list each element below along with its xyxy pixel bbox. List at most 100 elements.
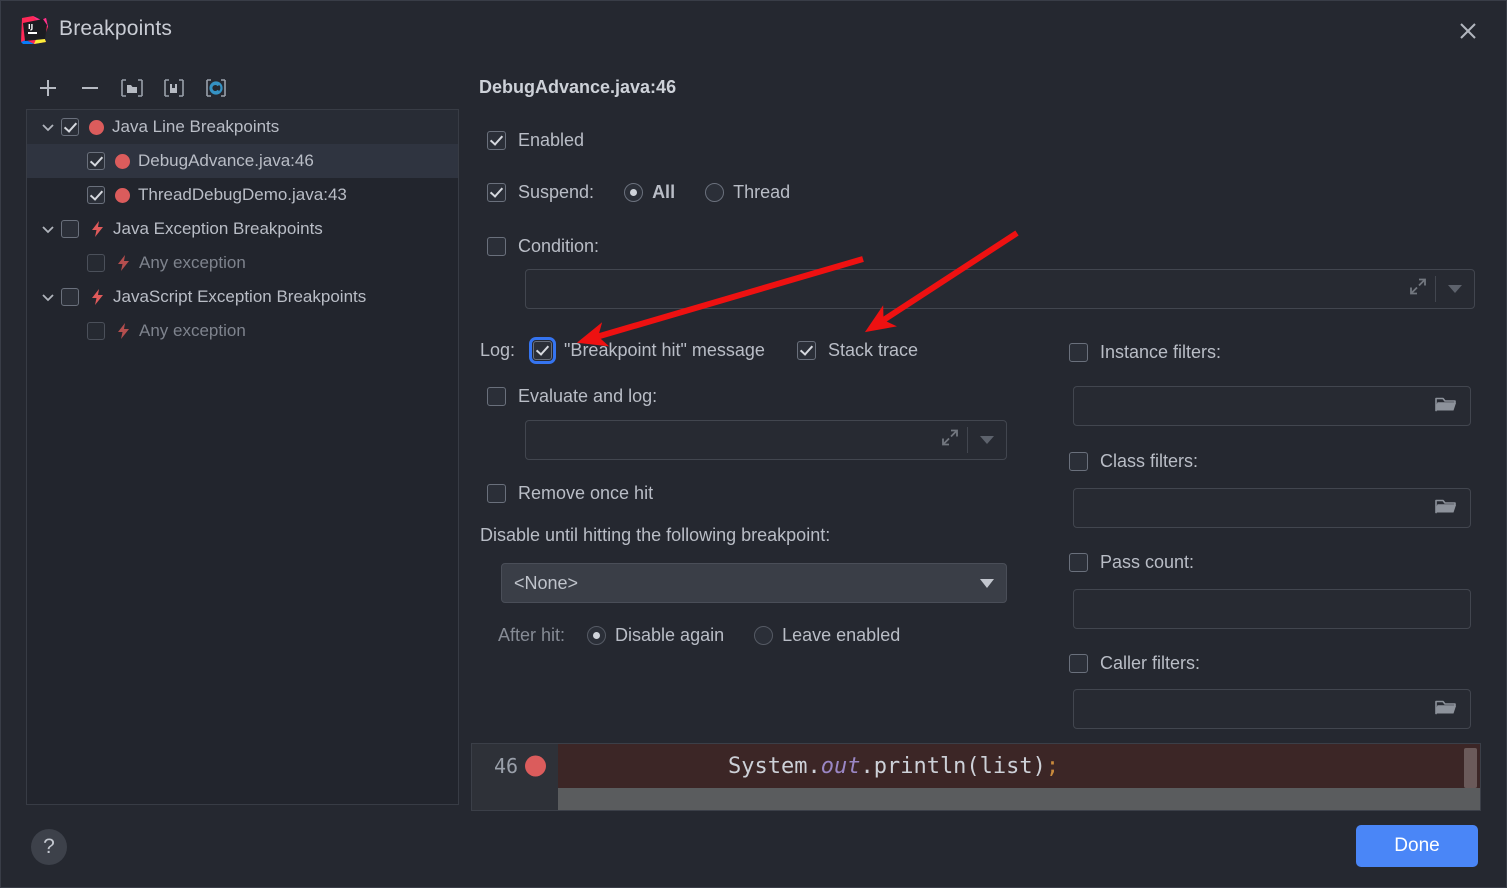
breakpoint-dot-icon[interactable] bbox=[525, 755, 546, 777]
tree-row[interactable]: Any exception bbox=[27, 314, 458, 348]
tree-row-label: Java Line Breakpoints bbox=[112, 117, 280, 136]
filter-input[interactable] bbox=[1073, 589, 1471, 629]
tree-row-label: Any exception bbox=[139, 253, 246, 272]
remove-once-hit-checkbox[interactable] bbox=[487, 484, 506, 503]
suspend-checkbox[interactable] bbox=[487, 183, 506, 202]
question-mark-icon: ? bbox=[43, 835, 55, 858]
expand-editor-icon[interactable] bbox=[940, 428, 960, 453]
breakpoint-tree-toolbar bbox=[27, 69, 237, 107]
tree-row[interactable]: ThreadDebugDemo.java:43 bbox=[27, 178, 458, 212]
evaluate-and-log-input[interactable] bbox=[525, 420, 1007, 460]
enabled-row: Enabled bbox=[487, 130, 584, 151]
tree-row-label: DebugAdvance.java:46 bbox=[138, 151, 314, 170]
filter-input[interactable] bbox=[1073, 386, 1471, 426]
code-scrollbar[interactable] bbox=[1464, 748, 1477, 788]
exception-bolt-icon bbox=[89, 288, 106, 306]
code-text-next bbox=[558, 788, 1480, 810]
group-by-class-icon[interactable] bbox=[195, 70, 237, 106]
tree-row[interactable]: Java Exception Breakpoints bbox=[27, 212, 458, 246]
tree-row-label: ThreadDebugDemo.java:43 bbox=[138, 185, 347, 204]
after-hit-disable-again-radio[interactable] bbox=[587, 626, 607, 645]
tree-row[interactable]: Java Line Breakpoints bbox=[27, 110, 458, 144]
tree-row-checkbox[interactable] bbox=[61, 118, 79, 136]
after-hit-leave-enabled-radio[interactable] bbox=[754, 626, 774, 645]
code-token-system: System. bbox=[728, 753, 821, 779]
tree-row-label: Any exception bbox=[139, 321, 246, 340]
code-preview[interactable]: 46 System. out .println(list); bbox=[471, 743, 1481, 811]
filter-label: Class filters: bbox=[1100, 451, 1199, 471]
evaluate-and-log-label: Evaluate and log: bbox=[518, 386, 658, 406]
save-to-file-icon[interactable] bbox=[153, 70, 195, 106]
code-token-out: out bbox=[820, 753, 861, 779]
code-gutter[interactable]: 46 bbox=[472, 744, 558, 788]
suspend-all-radio[interactable] bbox=[624, 183, 644, 202]
tree-row[interactable]: DebugAdvance.java:46 bbox=[27, 144, 458, 178]
chevron-down-icon bbox=[980, 578, 994, 588]
log-breakpoint-hit-checkbox[interactable] bbox=[529, 337, 557, 364]
breakpoints-dialog: IJ Breakpoints Java Line Breakpoints Deb… bbox=[0, 0, 1507, 888]
condition-input[interactable] bbox=[525, 269, 1475, 309]
disable-until-selected-value: <None> bbox=[514, 572, 579, 593]
expand-editor-icon[interactable] bbox=[1408, 277, 1428, 302]
filter-input[interactable] bbox=[1073, 689, 1471, 729]
breakpoint-detail-title: DebugAdvance.java:46 bbox=[479, 77, 677, 97]
folder-open-icon[interactable] bbox=[1434, 496, 1458, 521]
tree-row-checkbox[interactable] bbox=[61, 220, 79, 238]
done-button[interactable]: Done bbox=[1356, 825, 1478, 867]
evaluate-and-log-checkbox[interactable] bbox=[487, 387, 506, 406]
tree-row-checkbox[interactable] bbox=[87, 254, 105, 272]
disable-until-select[interactable]: <None> bbox=[501, 563, 1007, 603]
divider bbox=[1435, 276, 1436, 302]
chevron-down-icon[interactable] bbox=[35, 290, 61, 304]
group-by-file-icon[interactable] bbox=[111, 70, 153, 106]
log-row: Log: "Breakpoint hit" message Stack trac… bbox=[480, 337, 918, 364]
disable-until-label: Disable until hitting the following brea… bbox=[480, 525, 831, 545]
exception-bolt-icon bbox=[89, 220, 106, 238]
tree-row[interactable]: Any exception bbox=[27, 246, 458, 280]
code-line-46: 46 System. out .println(list); bbox=[472, 744, 1480, 788]
filter-label: Caller filters: bbox=[1100, 653, 1201, 673]
tree-row-checkbox[interactable] bbox=[87, 322, 105, 340]
suspend-thread-label: Thread bbox=[733, 182, 791, 202]
chevron-down-icon[interactable] bbox=[980, 436, 994, 444]
suspend-thread-radio[interactable] bbox=[705, 183, 725, 202]
chevron-down-icon[interactable] bbox=[35, 120, 61, 134]
tree-row-label: Java Exception Breakpoints bbox=[113, 219, 323, 238]
condition-row: Condition: bbox=[487, 236, 599, 257]
filter-checkbox[interactable] bbox=[1069, 654, 1088, 673]
help-button[interactable]: ? bbox=[31, 829, 67, 865]
log-stack-trace-checkbox[interactable] bbox=[796, 341, 816, 360]
filter-row: Class filters: bbox=[1069, 451, 1198, 472]
folder-open-icon[interactable] bbox=[1434, 394, 1458, 419]
condition-checkbox[interactable] bbox=[487, 237, 506, 256]
code-text: System. out .println(list); bbox=[558, 744, 1480, 788]
code-token-println: .println(list) bbox=[860, 753, 1046, 779]
remove-once-hit-row: Remove once hit bbox=[487, 483, 653, 504]
tree-row-checkbox[interactable] bbox=[87, 186, 105, 204]
code-gutter-next bbox=[472, 788, 558, 810]
tree-row-checkbox[interactable] bbox=[87, 152, 105, 170]
chevron-down-icon[interactable] bbox=[35, 222, 61, 236]
code-line-next bbox=[472, 788, 1480, 810]
done-button-label: Done bbox=[1394, 835, 1440, 856]
filter-checkbox[interactable] bbox=[1069, 553, 1088, 572]
folder-open-icon[interactable] bbox=[1434, 697, 1458, 722]
filter-checkbox[interactable] bbox=[1069, 452, 1088, 471]
filter-row: Caller filters: bbox=[1069, 653, 1200, 674]
breakpoints-tree[interactable]: Java Line Breakpoints DebugAdvance.java:4… bbox=[26, 109, 459, 805]
filter-input[interactable] bbox=[1073, 488, 1471, 528]
disable-until-label-wrap: Disable until hitting the following brea… bbox=[480, 525, 830, 546]
log-breakpoint-hit-label: "Breakpoint hit" message bbox=[564, 340, 765, 360]
filter-checkbox[interactable] bbox=[1069, 343, 1088, 362]
filter-label: Pass count: bbox=[1100, 552, 1195, 572]
enabled-checkbox[interactable] bbox=[487, 131, 506, 150]
chevron-down-icon[interactable] bbox=[1448, 285, 1462, 293]
after-hit-disable-again-label: Disable again bbox=[615, 625, 725, 645]
evaluate-and-log-row: Evaluate and log: bbox=[487, 386, 657, 407]
intellij-idea-icon: IJ bbox=[19, 15, 49, 45]
tree-row-checkbox[interactable] bbox=[61, 288, 79, 306]
tree-row[interactable]: JavaScript Exception Breakpoints bbox=[27, 280, 458, 314]
remove-breakpoint-button[interactable] bbox=[69, 70, 111, 106]
add-breakpoint-button[interactable] bbox=[27, 70, 69, 106]
close-icon[interactable] bbox=[1452, 15, 1484, 47]
